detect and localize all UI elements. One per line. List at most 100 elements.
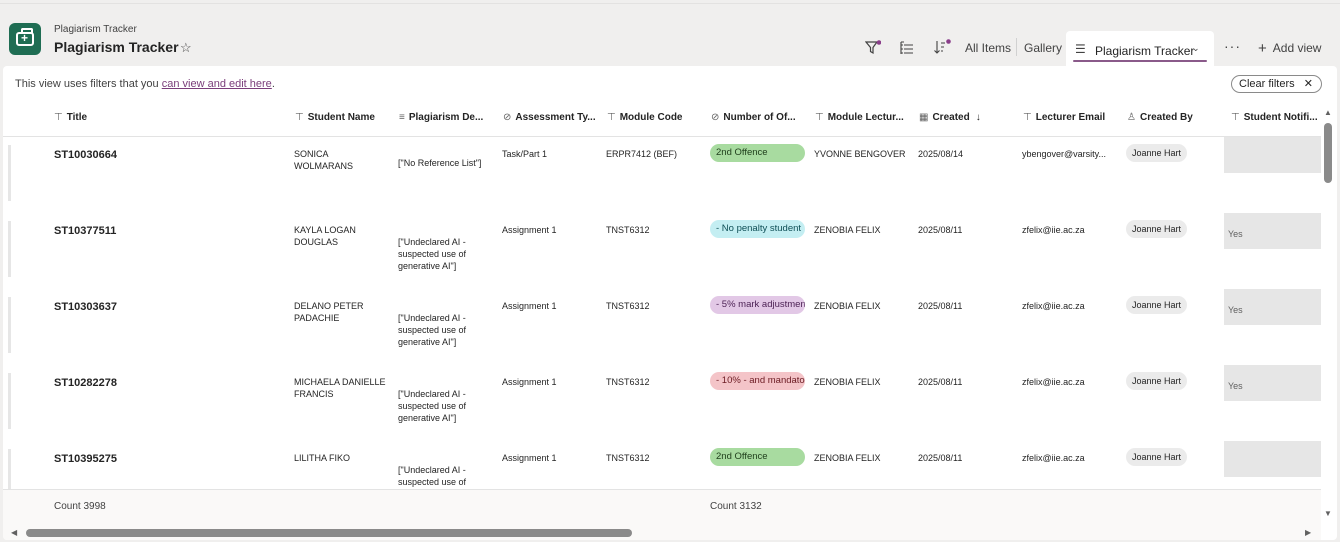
more-options-icon[interactable]: ··· [1224, 38, 1241, 54]
column-header-number-of-of[interactable]: ⊘ Number of Of... [711, 112, 796, 123]
cell-title[interactable]: ST10395275 [54, 453, 117, 465]
column-header-label: Created By [1139, 112, 1193, 123]
cell-title[interactable]: ST10303637 [54, 301, 117, 313]
created-by-person[interactable]: Joanne Hart [1126, 144, 1188, 162]
scroll-down-icon[interactable]: ▼ [1324, 509, 1332, 518]
cell-student-name: KAYLA LOGAN DOUGLAS [294, 224, 356, 248]
row-selection-bar[interactable] [8, 373, 11, 429]
created-by-person[interactable]: Joanne Hart [1126, 296, 1188, 314]
student-name-line: FRANCIS [294, 389, 334, 399]
column-header-created-by[interactable]: ♙ Created By [1127, 112, 1193, 123]
details-line: ["Undeclared AI - [398, 465, 466, 475]
view-all-items[interactable]: All Items [965, 41, 1011, 55]
column-header-student-notifi[interactable]: ⊤ Student Notifi... [1231, 112, 1318, 123]
created-by-person[interactable]: Joanne Hart [1126, 220, 1188, 238]
cell-student-notified [1224, 441, 1321, 477]
cell-assessment-type: Assignment 1 [502, 377, 557, 387]
details-line: suspected use of [398, 477, 467, 487]
vertical-scroll-thumb[interactable] [1324, 123, 1332, 183]
details-line: generative AI"] [398, 261, 457, 271]
cell-module-lecturer: ZENOBIA FELIX [814, 225, 881, 235]
column-header-module-code[interactable]: ⊤ Module Code [607, 112, 683, 123]
cell-plagiarism-details: ["No Reference List"] [398, 157, 481, 169]
cell-lecturer-email[interactable]: zfelix@iie.ac.za [1022, 376, 1085, 388]
cell-plagiarism-details: ["Undeclared AI - suspected use of generat… [398, 236, 466, 272]
calendar-icon: ▦ [919, 112, 929, 123]
sort-icon[interactable] [933, 39, 951, 55]
cell-student-notified [1224, 137, 1321, 173]
column-header-assessment-ty[interactable]: ⊘ Assessment Ty... [503, 112, 596, 123]
offence-badge: - 10% - and mandato [710, 372, 805, 390]
column-header-created[interactable]: ▦ Created ↓ [919, 112, 981, 123]
title-count: Count 3998 [54, 501, 106, 512]
offence-count: Count 3132 [710, 501, 762, 512]
text-icon: ⊤ [54, 112, 63, 123]
student-name-line: DOUGLAS [294, 237, 339, 247]
table-row[interactable]: ST10030664 SONICA WOLMARANS ["No Reference … [3, 137, 1321, 213]
add-view-button[interactable]: + Add view [1258, 40, 1321, 57]
cell-created: 2025/08/14 [918, 149, 964, 159]
table-row[interactable]: ST10303637 DELANO PETER PADACHIE ["Undeclar… [3, 289, 1321, 365]
row-selection-bar[interactable] [8, 297, 11, 353]
column-header-title[interactable]: ⊤ Title [54, 112, 87, 123]
text-icon: ⊤ [607, 112, 616, 123]
created-by-person[interactable]: Joanne Hart [1126, 372, 1188, 390]
cell-module-lecturer: ZENOBIA FELIX [814, 453, 881, 463]
details-line: generative AI"] [398, 337, 457, 347]
scroll-up-icon[interactable]: ▲ [1324, 108, 1332, 117]
active-view-label: Plagiarism Tracker [1095, 44, 1195, 58]
student-name-line: PADACHIE [294, 313, 340, 323]
cell-lecturer-email[interactable]: zfelix@iie.ac.za [1022, 300, 1085, 312]
cell-student-name: LILITHA FIKO [294, 452, 350, 464]
cell-title[interactable]: ST10030664 [54, 149, 117, 161]
cell-lecturer-email[interactable]: zfelix@iie.ac.za [1022, 224, 1085, 236]
list-title[interactable]: Plagiarism Tracker [54, 39, 179, 55]
column-header-module-lectur[interactable]: ⊤ Module Lectur... [815, 112, 904, 123]
student-name-line: SONICA [294, 149, 329, 159]
vertical-scrollbar[interactable]: ▲ ▼ [1321, 106, 1337, 525]
horizontal-scrollbar[interactable]: ◀ ▶ [3, 525, 1321, 540]
favorite-star-icon[interactable]: ☆ [180, 40, 192, 56]
column-header-student-name[interactable]: ⊤ Student Name [295, 112, 375, 123]
text-icon: ⊤ [1231, 112, 1240, 123]
row-selection-bar[interactable] [8, 145, 11, 201]
sort-descending-icon: ↓ [975, 112, 981, 123]
filter-icon[interactable] [865, 40, 881, 56]
scroll-right-icon[interactable]: ▶ [1305, 528, 1311, 537]
cell-lecturer-email[interactable]: ybengover@varsity... [1022, 148, 1106, 160]
details-line: suspected use of [398, 401, 467, 411]
cell-student-notified: Yes [1224, 213, 1321, 249]
table-row[interactable]: ST10282278 MICHAELA DANIELLE FRANCIS ["Unde… [3, 365, 1321, 441]
column-header-label: Student Name [307, 112, 375, 123]
student-name-line: KAYLA LOGAN [294, 225, 356, 235]
column-header-lecturer-email[interactable]: ⊤ Lecturer Email [1023, 112, 1105, 123]
choice-icon: ⊘ [503, 112, 512, 123]
created-by-person[interactable]: Joanne Hart [1126, 448, 1188, 466]
details-line: suspected use of [398, 325, 467, 335]
clear-filters-label: Clear filters [1239, 78, 1295, 90]
view-divider [1016, 38, 1017, 56]
cell-module-lecturer: ZENOBIA FELIX [814, 301, 881, 311]
person-icon: ♙ [1127, 112, 1136, 123]
cell-student-name: MICHAELA DANIELLE FRANCIS [294, 376, 386, 400]
table-row[interactable]: ST10377511 KAYLA LOGAN DOUGLAS ["Undeclared… [3, 213, 1321, 289]
row-selection-bar[interactable] [8, 221, 11, 277]
cell-assessment-type: Assignment 1 [502, 453, 557, 463]
column-header-label: Module Lectur... [827, 112, 904, 123]
details-line: ["Undeclared AI - [398, 237, 466, 247]
edit-filters-link[interactable]: can view and edit here [162, 78, 272, 90]
clear-filters-button[interactable]: Clear filters ✕ [1231, 75, 1322, 93]
horizontal-scroll-thumb[interactable] [26, 529, 632, 537]
cell-student-notified: Yes [1224, 289, 1321, 325]
cell-title[interactable]: ST10377511 [54, 225, 116, 237]
group-by-icon[interactable] [899, 40, 915, 56]
view-gallery[interactable]: Gallery [1024, 41, 1062, 55]
column-header-plagiarism-de[interactable]: ≡ Plagiarism De... [399, 112, 483, 123]
cell-title[interactable]: ST10282278 [54, 377, 117, 389]
view-tab-active[interactable]: ☰ Plagiarism Tracker ⌄ [1066, 31, 1214, 71]
chevron-down-icon[interactable]: ⌄ [1192, 43, 1200, 54]
multiline-icon: ≡ [399, 112, 405, 123]
scroll-left-icon[interactable]: ◀ [11, 528, 17, 537]
cell-lecturer-email[interactable]: zfelix@iie.ac.za [1022, 452, 1085, 464]
column-header-label: Plagiarism De... [408, 112, 484, 123]
